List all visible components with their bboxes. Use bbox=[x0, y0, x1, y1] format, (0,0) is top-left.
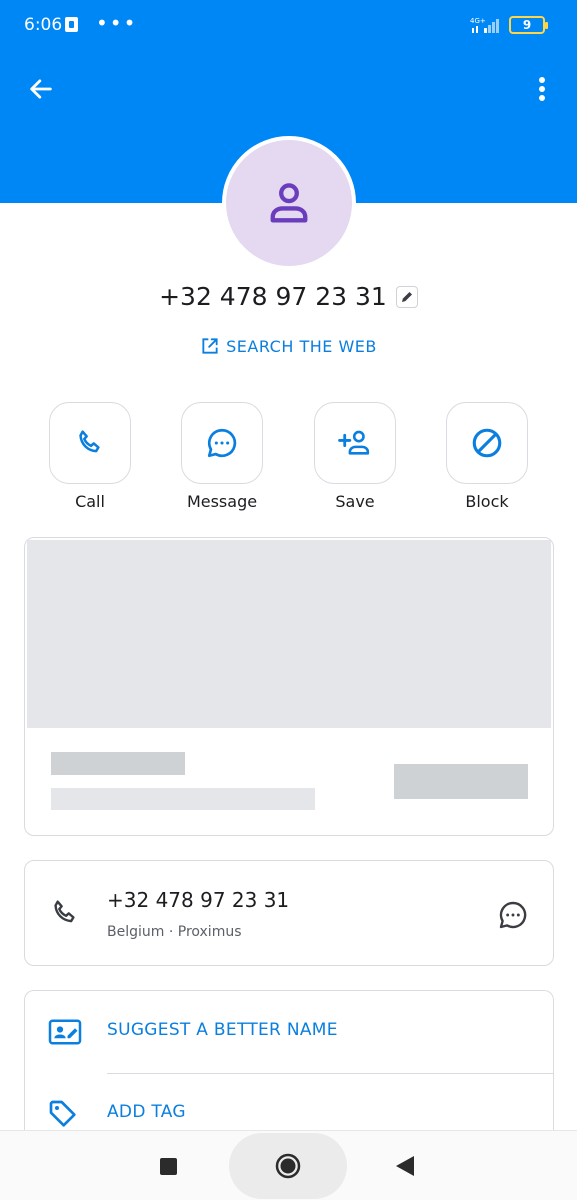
external-link-icon bbox=[202, 338, 218, 354]
home-button[interactable] bbox=[229, 1133, 347, 1199]
call-button[interactable] bbox=[49, 402, 131, 484]
suggest-name-label: SUGGEST A BETTER NAME bbox=[107, 1020, 338, 1040]
placeholder-image bbox=[27, 540, 551, 728]
call-label: Call bbox=[75, 492, 105, 511]
block-button[interactable] bbox=[446, 402, 528, 484]
home-circle-icon bbox=[275, 1153, 301, 1179]
status-time: 6:06 bbox=[24, 15, 63, 35]
block-icon bbox=[472, 428, 502, 458]
contact-header: +32 478 97 23 31 bbox=[0, 282, 577, 311]
system-nav-bar bbox=[0, 1130, 577, 1200]
suggest-name-row[interactable]: SUGGEST A BETTER NAME bbox=[25, 991, 553, 1073]
avatar bbox=[222, 136, 356, 270]
placeholder-subtitle bbox=[51, 788, 315, 810]
action-buttons: Call Message Save Block bbox=[48, 402, 528, 512]
back-button[interactable] bbox=[24, 72, 58, 106]
more-vertical-icon bbox=[539, 77, 545, 101]
phone-icon bbox=[79, 430, 100, 453]
message-number-button[interactable] bbox=[497, 899, 529, 935]
signal-icon: 4G+ bbox=[470, 17, 499, 33]
block-label: Block bbox=[465, 492, 509, 511]
svg-text:4G+: 4G+ bbox=[470, 17, 486, 25]
save-button[interactable] bbox=[314, 402, 396, 484]
message-action[interactable]: Message bbox=[180, 402, 264, 511]
more-notifications-icon: ••• bbox=[96, 11, 138, 35]
contact-phone-title: +32 478 97 23 31 bbox=[159, 282, 387, 311]
search-web-link[interactable]: SEARCH THE WEB bbox=[0, 336, 577, 356]
arrow-left-icon bbox=[30, 79, 52, 99]
phone-icon bbox=[54, 900, 75, 923]
block-action[interactable]: Block bbox=[445, 402, 529, 511]
id-card-edit-icon bbox=[48, 1019, 82, 1045]
pencil-icon bbox=[401, 291, 412, 302]
recents-button[interactable] bbox=[160, 1158, 177, 1175]
edit-icon[interactable] bbox=[395, 285, 418, 308]
message-button[interactable] bbox=[181, 402, 263, 484]
phone-number-card[interactable]: +32 478 97 23 31 Belgium · Proximus bbox=[24, 860, 554, 966]
chat-bubble-icon bbox=[207, 428, 237, 458]
system-back-button[interactable] bbox=[396, 1156, 414, 1176]
message-label: Message bbox=[186, 492, 258, 511]
phone-number: +32 478 97 23 31 bbox=[107, 888, 290, 912]
battery-saver-icon bbox=[65, 17, 78, 32]
person-icon bbox=[270, 183, 308, 223]
loading-placeholder-card bbox=[24, 537, 554, 836]
placeholder-button bbox=[394, 764, 528, 799]
chat-bubble-icon bbox=[499, 901, 527, 929]
save-action[interactable]: Save bbox=[313, 402, 397, 511]
battery-icon: 9 bbox=[509, 16, 548, 34]
add-tag-label: ADD TAG bbox=[107, 1102, 186, 1122]
phone-details: Belgium · Proximus bbox=[107, 924, 242, 940]
status-bar: 6:06 ••• 4G+ 9 bbox=[0, 0, 577, 50]
options-card: SUGGEST A BETTER NAME ADD TAG bbox=[24, 990, 554, 1150]
add-person-icon bbox=[338, 430, 370, 455]
placeholder-title bbox=[51, 752, 185, 775]
call-action[interactable]: Call bbox=[48, 402, 132, 511]
save-label: Save bbox=[335, 492, 375, 511]
search-web-label: SEARCH THE WEB bbox=[226, 337, 377, 356]
more-options-button[interactable] bbox=[530, 72, 554, 106]
tag-icon bbox=[49, 1100, 76, 1127]
